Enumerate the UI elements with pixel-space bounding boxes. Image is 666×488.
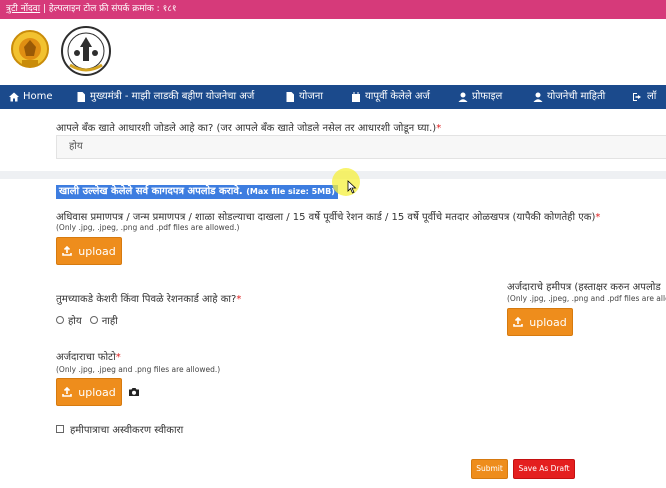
required-mark: * bbox=[436, 123, 442, 134]
department-seal-logo bbox=[61, 26, 111, 76]
upload-icon bbox=[513, 317, 524, 327]
upload-icon bbox=[62, 246, 73, 256]
header-logos bbox=[0, 19, 666, 85]
main-navbar: Home मुख्यमंत्री - माझी लाडकी बहीण योजने… bbox=[0, 85, 666, 109]
save-draft-button[interactable]: Save As Draft bbox=[513, 459, 575, 479]
applicant-photo-hint: (Only .jpg, .jpeg and .png files are all… bbox=[56, 365, 221, 374]
ration-yes-radio[interactable] bbox=[56, 316, 64, 324]
nav-scheme-info[interactable]: योजनेची माहिती bbox=[533, 85, 605, 109]
bank-aadhaar-question: आपले बँक खाते आधारशी जोडले आहे का? (जर आ… bbox=[56, 120, 441, 134]
camera-icon[interactable] bbox=[128, 387, 140, 397]
upload-photo-button[interactable]: upload bbox=[56, 378, 122, 406]
bank-aadhaar-answer-field[interactable]: होय bbox=[56, 135, 666, 159]
nav-scheme-application-label: मुख्यमंत्री - माझी लाडकी बहीण योजनेचा अर… bbox=[90, 91, 255, 102]
report-error-link[interactable]: त्रुटी नोंदवा bbox=[6, 4, 40, 14]
nav-schemes[interactable]: योजना bbox=[285, 85, 323, 109]
undertaking-label: अर्जदाराचे हमीपत्र (हस्ताक्षर करुन अपलोड bbox=[507, 282, 661, 293]
application-form: आपले बँक खाते आधारशी जोडले आहे का? (जर आ… bbox=[0, 109, 666, 488]
domicile-document-label-text: अधिवास प्रमाणपत्र / जन्म प्रमाणपत्र / शा… bbox=[56, 212, 596, 223]
upload-undertaking-button[interactable]: upload bbox=[507, 308, 573, 336]
upload-icon bbox=[62, 387, 73, 397]
nav-logout-label: लॉ bbox=[647, 91, 657, 102]
document-icon bbox=[286, 92, 294, 102]
mouse-cursor-icon bbox=[347, 180, 357, 194]
nav-scheme-info-label: योजनेची माहिती bbox=[547, 91, 606, 102]
accept-disclaimer-checkbox[interactable] bbox=[56, 425, 64, 433]
upload-section-title: खाली उल्लेख केलेले सर्व कागदपत्र अपलोड क… bbox=[56, 185, 338, 199]
nav-profile-label: प्रोफाइल bbox=[472, 91, 503, 102]
logout-icon bbox=[633, 93, 641, 101]
upload-photo-button-label: upload bbox=[78, 385, 116, 399]
accept-disclaimer-label: हमीपात्राचा अस्वीकरण स्वीकारा bbox=[70, 425, 184, 436]
nav-profile[interactable]: प्रोफाइल bbox=[458, 85, 502, 109]
domicile-document-label: अधिवास प्रमाणपत्र / जन्म प्रमाणपत्र / शा… bbox=[56, 209, 600, 223]
nav-home-label: Home bbox=[23, 91, 53, 102]
ration-card-options: होय नाही bbox=[56, 313, 118, 327]
calendar-icon bbox=[352, 92, 360, 102]
nav-schemes-label: योजना bbox=[299, 91, 323, 102]
upload-domicile-button[interactable]: upload bbox=[56, 237, 122, 265]
nav-scheme-application[interactable]: मुख्यमंत्री - माझी लाडकी बहीण योजनेचा अर… bbox=[76, 85, 254, 109]
nav-previous-applications[interactable]: यापूर्वी केलेले अर्ज bbox=[351, 85, 430, 109]
top-info-bar: त्रुटी नोंदवा | हेल्पलाइन टोल फ्री संपर्… bbox=[0, 0, 666, 19]
nav-home[interactable]: Home bbox=[9, 85, 53, 109]
upload-undertaking-button-label: upload bbox=[529, 315, 567, 329]
applicant-photo-label-text: अर्जदाराचा फोटो bbox=[56, 352, 116, 363]
required-mark: * bbox=[236, 294, 242, 305]
nav-logout[interactable]: लॉ bbox=[633, 85, 656, 109]
domicile-document-hint: (Only .jpg, .jpeg, .png and .pdf files a… bbox=[56, 223, 240, 232]
user-icon bbox=[458, 92, 468, 102]
applicant-photo-label: अर्जदाराचा फोटो* bbox=[56, 349, 121, 363]
ration-no-radio[interactable] bbox=[89, 316, 98, 324]
home-icon bbox=[9, 92, 19, 102]
required-mark: * bbox=[115, 352, 121, 363]
user-icon bbox=[533, 92, 543, 102]
required-mark: * bbox=[595, 212, 601, 223]
undertaking-hint: (Only .jpg, .jpeg, .png and .pdf files a… bbox=[507, 294, 666, 303]
submit-button[interactable]: Submit bbox=[471, 459, 508, 479]
ration-no-label: नाही bbox=[101, 316, 118, 327]
maharashtra-emblem-logo bbox=[11, 30, 49, 68]
ration-card-question: तुमच्याकडे केशरी किंवा पिवळे रेशनकार्ड आ… bbox=[56, 291, 241, 305]
max-file-size-note: (Max file size: 5MB) bbox=[246, 187, 335, 196]
ration-yes-label: होय bbox=[68, 316, 82, 327]
ration-card-question-text: तुमच्याकडे केशरी किंवा पिवळे रेशनकार्ड आ… bbox=[56, 294, 237, 305]
document-icon bbox=[77, 92, 85, 102]
upload-section-title-text: खाली उल्लेख केलेले सर्व कागदपत्र अपलोड क… bbox=[59, 186, 243, 197]
bank-aadhaar-question-text: आपले बँक खाते आधारशी जोडले आहे का? (जर आ… bbox=[56, 123, 437, 134]
nav-previous-applications-label: यापूर्वी केलेले अर्ज bbox=[365, 91, 430, 102]
accept-disclaimer-row: हमीपात्राचा अस्वीकरण स्वीकारा bbox=[56, 422, 183, 436]
upload-domicile-button-label: upload bbox=[78, 244, 116, 258]
helpline-text: | हेल्पलाइन टोल फ्री संपर्क क्रमांक : १८… bbox=[40, 4, 177, 14]
